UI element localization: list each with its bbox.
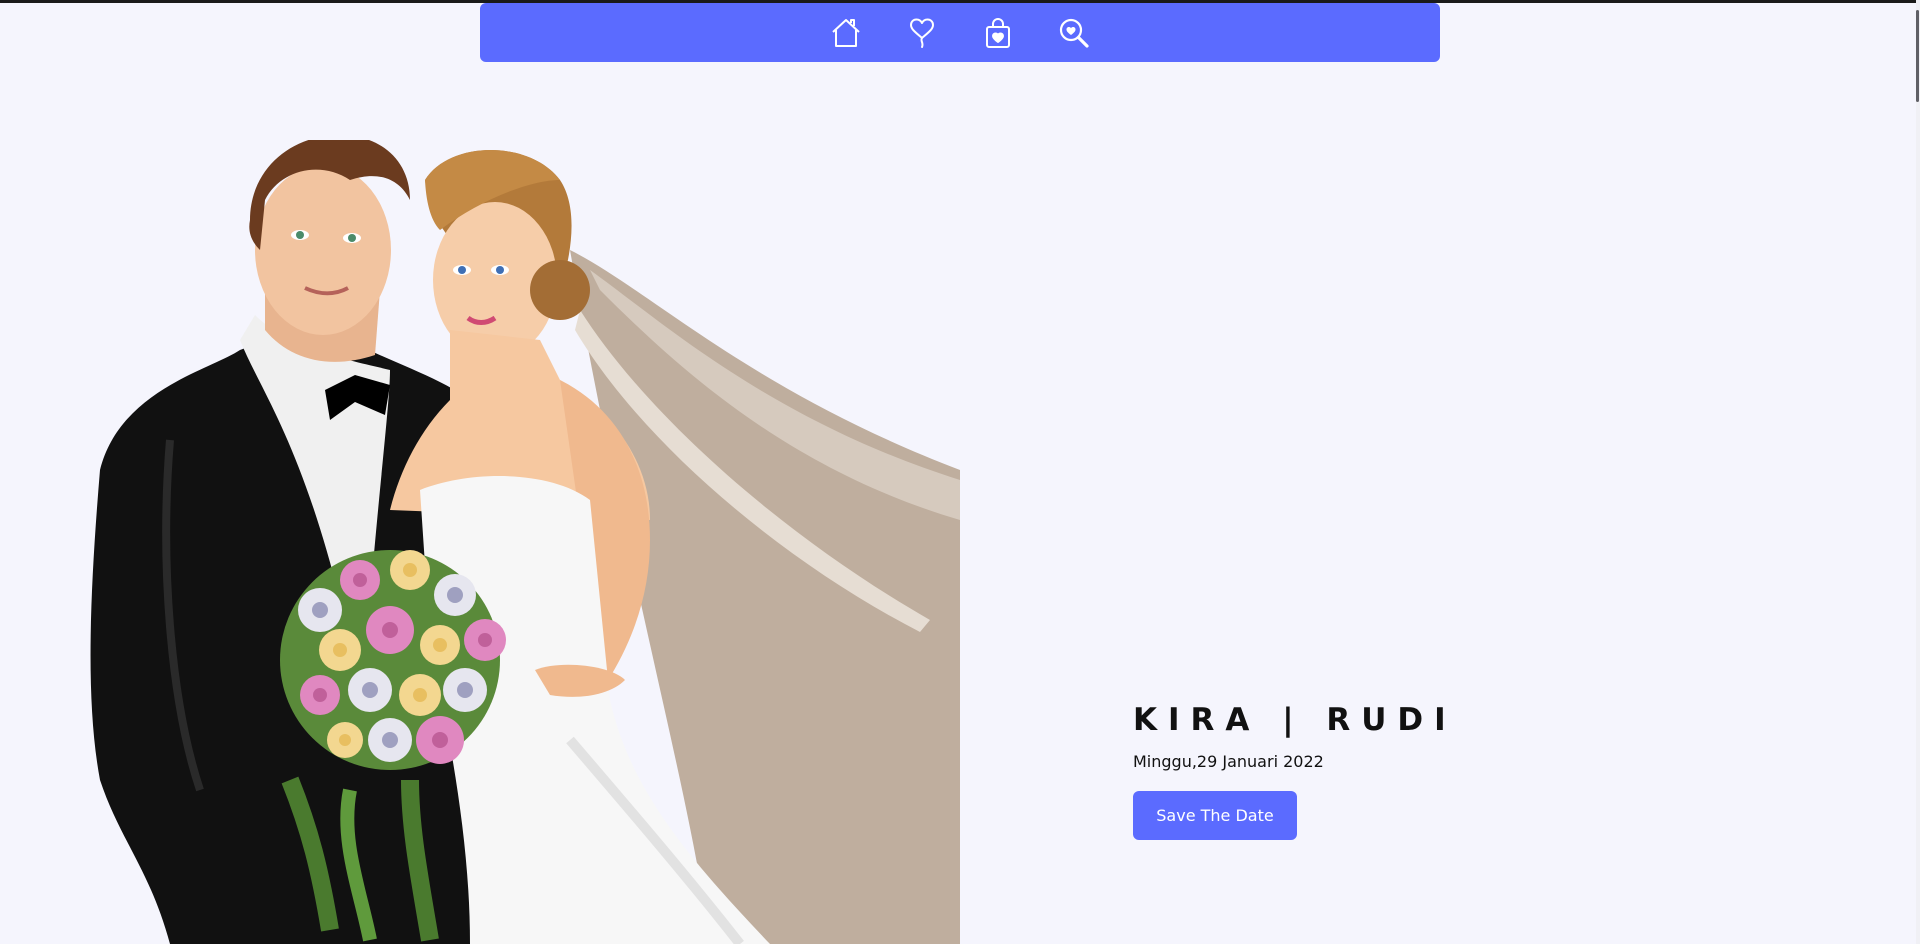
- nav-love[interactable]: [904, 15, 940, 51]
- scrollbar[interactable]: [1916, 0, 1920, 944]
- nav-gift[interactable]: [980, 15, 1016, 51]
- gift-bag-icon: [986, 17, 1010, 48]
- scroll-thumb[interactable]: [1916, 10, 1919, 102]
- home-icon: [832, 18, 860, 47]
- heart-balloon-icon: [910, 18, 934, 48]
- wedding-couple-illustration: [90, 140, 970, 944]
- event-date: Minggu,29 Januari 2022: [1133, 752, 1324, 771]
- hero-text: KIRA | RUDI Minggu,29 Januari 2022 Save …: [1133, 702, 1457, 840]
- search-heart-icon: [1059, 18, 1089, 48]
- save-the-date-button[interactable]: Save The Date: [1133, 791, 1297, 840]
- nav-search[interactable]: [1056, 15, 1092, 51]
- top-navbar: [480, 3, 1440, 62]
- nav-home[interactable]: [828, 15, 864, 51]
- couple-names: KIRA | RUDI: [1133, 702, 1457, 738]
